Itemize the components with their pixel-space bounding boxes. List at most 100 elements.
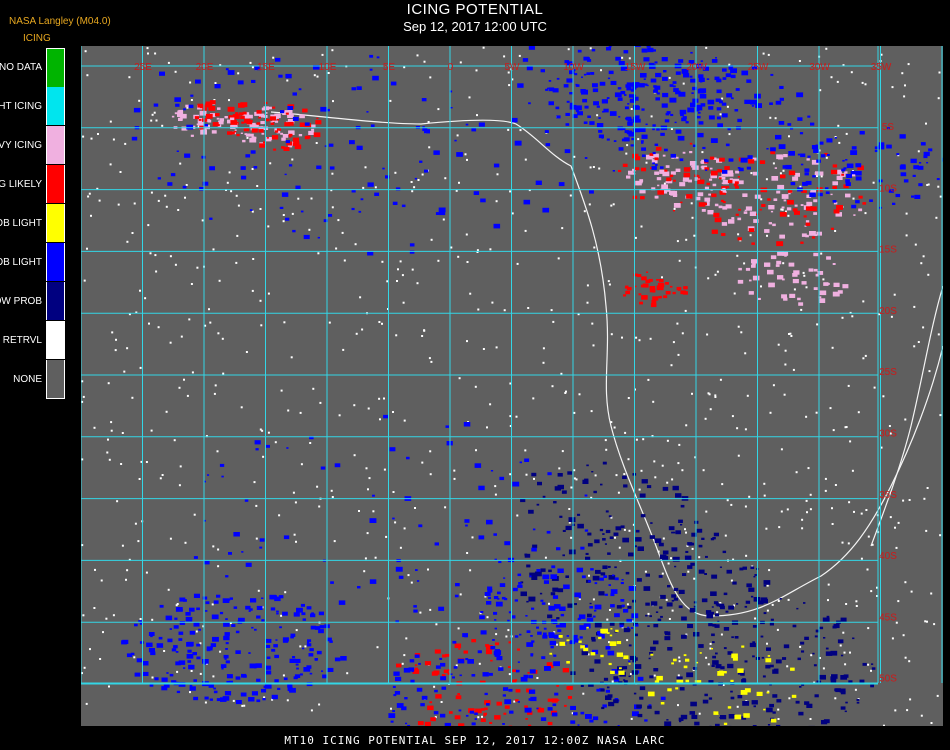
icing-cell	[502, 723, 505, 725]
no-retrieval-pixel	[784, 349, 787, 352]
icing-cell	[433, 150, 440, 155]
icing-cell	[566, 639, 569, 642]
no-retrieval-pixel	[139, 366, 142, 369]
no-retrieval-pixel	[147, 224, 150, 227]
no-retrieval-pixel	[260, 324, 263, 327]
icing-cell	[804, 168, 810, 172]
icing-cell	[715, 613, 720, 617]
no-retrieval-pixel	[647, 378, 650, 381]
icing-cell	[698, 569, 705, 574]
icing-cell	[827, 154, 830, 156]
icing-cell	[599, 577, 604, 581]
icing-cell	[150, 635, 153, 638]
icing-cell	[309, 672, 313, 675]
icing-cell	[581, 650, 589, 656]
icing-cell	[504, 699, 512, 705]
no-retrieval-pixel	[824, 489, 827, 492]
icing-cell	[512, 481, 520, 487]
icing-cell	[603, 720, 608, 724]
icing-cell	[465, 658, 469, 661]
icing-cell	[608, 584, 611, 586]
icing-cell	[328, 143, 334, 147]
no-retrieval-pixel	[731, 415, 734, 418]
no-retrieval-pixel	[421, 461, 424, 464]
icing-cell	[722, 550, 727, 554]
icing-cell	[813, 664, 817, 667]
icing-cell	[548, 101, 554, 106]
no-retrieval-pixel	[516, 514, 519, 517]
no-retrieval-pixel	[138, 99, 141, 102]
icing-cell	[650, 78, 657, 83]
no-retrieval-pixel	[937, 97, 940, 100]
icing-cell	[282, 639, 289, 643]
no-retrieval-pixel	[578, 393, 581, 396]
icing-cell	[474, 463, 482, 468]
icing-cell	[680, 201, 683, 204]
no-retrieval-pixel	[645, 161, 648, 164]
no-retrieval-pixel	[524, 158, 527, 161]
icing-cell	[559, 623, 566, 628]
icing-cell	[248, 652, 251, 654]
icing-cell	[456, 152, 463, 157]
icing-cell	[320, 106, 327, 112]
no-retrieval-pixel	[124, 142, 127, 145]
icing-cell	[776, 190, 781, 194]
icing-cell	[602, 461, 607, 465]
no-retrieval-pixel	[635, 336, 638, 339]
icing-cell	[609, 111, 617, 116]
no-retrieval-pixel	[685, 531, 687, 534]
no-retrieval-pixel	[304, 645, 307, 648]
icing-cell	[604, 593, 608, 596]
icing-cell	[645, 123, 648, 126]
icing-cell	[683, 654, 687, 657]
no-retrieval-pixel	[83, 279, 86, 282]
icing-cell	[182, 185, 187, 189]
no-retrieval-pixel	[691, 216, 694, 219]
no-retrieval-pixel	[332, 100, 334, 103]
icing-cell	[721, 113, 728, 118]
icing-cell	[752, 625, 757, 628]
icing-cell	[244, 133, 248, 135]
icing-cell	[203, 560, 210, 565]
no-retrieval-pixel	[82, 395, 85, 398]
icing-cell	[752, 655, 755, 658]
icing-cell	[564, 704, 567, 707]
no-retrieval-pixel	[466, 261, 469, 263]
icing-cell	[570, 705, 576, 710]
icing-cell	[671, 547, 678, 552]
icing-cell	[761, 204, 766, 207]
icing-cell	[574, 592, 581, 598]
no-retrieval-pixel	[88, 192, 91, 195]
no-retrieval-pixel	[772, 162, 775, 165]
no-retrieval-pixel	[668, 618, 671, 620]
icing-cell	[517, 573, 522, 577]
no-retrieval-pixel	[685, 238, 688, 241]
icing-cell	[224, 116, 228, 119]
no-retrieval-pixel	[119, 171, 122, 173]
no-retrieval-pixel	[477, 308, 480, 311]
icing-cell	[601, 137, 604, 139]
icing-cell	[776, 699, 782, 703]
no-retrieval-pixel	[169, 255, 172, 258]
icing-cell	[840, 706, 846, 710]
icing-cell	[536, 626, 539, 629]
no-retrieval-pixel	[121, 544, 124, 547]
icing-cell	[782, 657, 787, 660]
no-retrieval-pixel	[684, 309, 687, 312]
icing-cell	[697, 115, 701, 119]
no-retrieval-pixel	[208, 308, 210, 311]
icing-cell	[598, 636, 602, 640]
icing-cell	[566, 635, 569, 637]
no-retrieval-pixel	[85, 702, 88, 705]
no-retrieval-pixel	[137, 540, 140, 543]
icing-cell	[786, 207, 792, 211]
icing-cell	[731, 217, 735, 220]
icing-cell	[585, 714, 592, 719]
icing-cell	[712, 641, 715, 644]
icing-cell	[189, 686, 196, 691]
icing-cell	[231, 624, 236, 627]
icing-cell	[542, 634, 548, 639]
icing-cell	[435, 665, 441, 669]
icing-cell	[550, 592, 556, 596]
icing-cell	[589, 121, 595, 125]
